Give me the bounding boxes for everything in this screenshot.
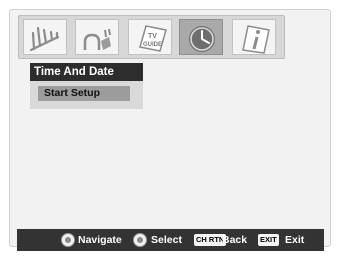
exit-label: Exit bbox=[285, 234, 305, 246]
svg-text:GUIDE: GUIDE bbox=[143, 42, 162, 48]
navigate-button-icon bbox=[61, 233, 75, 247]
start-setup-item[interactable]: Start Setup bbox=[38, 86, 130, 101]
plug-icon[interactable] bbox=[75, 19, 119, 55]
svg-text:TV: TV bbox=[148, 33, 157, 40]
category-icon-bar: TV GUIDE bbox=[18, 15, 285, 59]
back-label: Back bbox=[222, 234, 248, 246]
menu-title: Time And Date bbox=[30, 63, 143, 81]
select-button-icon bbox=[133, 233, 147, 247]
menu-panel: Start Setup bbox=[30, 81, 143, 109]
clock-icon[interactable] bbox=[179, 19, 223, 55]
tv-guide-icon[interactable]: TV GUIDE bbox=[128, 19, 172, 55]
antenna-icon[interactable] bbox=[23, 19, 67, 55]
exit-key: EXIT bbox=[258, 234, 279, 246]
select-label: Select bbox=[151, 234, 182, 246]
info-icon[interactable] bbox=[232, 19, 276, 55]
button-guide-bar: Navigate Select CH RTN Back EXIT Exit bbox=[17, 229, 324, 251]
navigate-label: Navigate bbox=[78, 234, 122, 246]
